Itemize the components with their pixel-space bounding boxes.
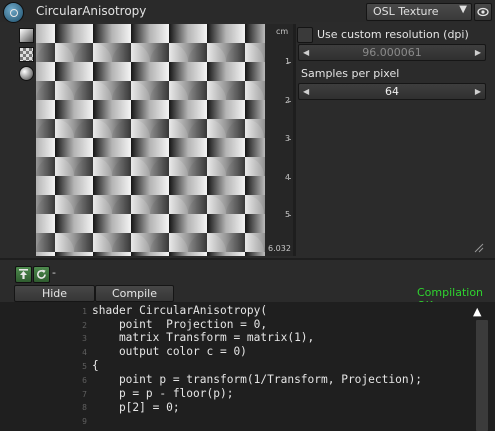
texture-preview[interactable] — [36, 24, 266, 256]
ruler-end-value: 6.032 — [268, 244, 291, 253]
node-icon[interactable] — [3, 2, 24, 23]
code-line[interactable]: { — [92, 359, 99, 372]
section-divider — [0, 258, 495, 260]
samples-value: 64 — [385, 85, 399, 98]
eye-icon[interactable] — [474, 3, 492, 21]
scroll-up-icon[interactable]: ▲ — [473, 305, 481, 318]
line-number: 5 — [82, 362, 87, 371]
chevron-down-icon: ▼ — [459, 4, 467, 15]
line-number: 8 — [82, 403, 87, 412]
line-number: 6 — [82, 376, 87, 385]
ruler-tick — [288, 178, 291, 179]
ruler-tick — [288, 101, 291, 102]
compile-button[interactable]: Compile — [95, 285, 174, 302]
code-line[interactable]: point Projection = 0, — [92, 318, 267, 331]
increment-icon[interactable]: ▶ — [475, 84, 481, 99]
increment-icon[interactable]: ▶ — [475, 45, 481, 60]
samples-label: Samples per pixel — [301, 67, 400, 80]
vertical-ruler: cm 1 2 3 4 5 6.032 — [265, 24, 293, 256]
custom-resolution-label: Use custom resolution (dpi) — [317, 28, 469, 41]
code-line[interactable]: p = p - floor(p); — [92, 387, 234, 400]
line-number: 3 — [82, 334, 87, 343]
code-line[interactable]: shader CircularAnisotropy( — [92, 304, 267, 317]
code-line[interactable]: p[2] = 0; — [92, 401, 180, 414]
code-line[interactable]: point p = transform(1/Transform, Project… — [92, 373, 422, 386]
code-line[interactable]: matrix Transform = matrix(1), — [92, 331, 314, 344]
resize-grip-icon[interactable] — [474, 243, 484, 253]
line-number: 2 — [82, 321, 87, 330]
ruler-unit: cm — [276, 27, 289, 36]
line-number: 1 — [82, 307, 87, 316]
ruler-tick — [288, 62, 291, 63]
dpi-spinner[interactable]: ◀ 96.000061 ▶ — [298, 44, 486, 61]
line-number: 4 — [82, 348, 87, 357]
sphere-icon[interactable] — [19, 66, 34, 81]
source-file-label: - — [52, 266, 56, 279]
line-number-gutter: 1 2 3 4 5 6 7 8 9 — [0, 302, 91, 431]
checker-icon[interactable] — [19, 47, 34, 62]
ruler-tick — [288, 139, 291, 140]
gradient-icon[interactable] — [19, 28, 34, 43]
samples-spinner[interactable]: ◀ 64 ▶ — [298, 83, 486, 100]
line-number: 9 — [82, 417, 87, 426]
reload-icon[interactable] — [33, 266, 50, 283]
node-type-select-value: OSL Texture — [373, 5, 439, 18]
scrollbar-thumb[interactable] — [476, 320, 488, 431]
ruler-tick — [288, 215, 291, 216]
dpi-value: 96.000061 — [362, 46, 422, 59]
custom-resolution-checkbox[interactable] — [297, 27, 313, 43]
code-line[interactable]: output color c = 0) — [92, 345, 247, 358]
node-title: CircularAnisotropy — [36, 4, 147, 18]
upload-icon[interactable] — [15, 266, 32, 283]
panel-splitter[interactable] — [293, 24, 296, 256]
hide-button[interactable]: Hide — [14, 285, 95, 302]
node-type-select[interactable]: OSL Texture ▼ — [366, 3, 472, 21]
line-number: 7 — [82, 390, 87, 399]
node-icon-ring — [10, 9, 18, 17]
